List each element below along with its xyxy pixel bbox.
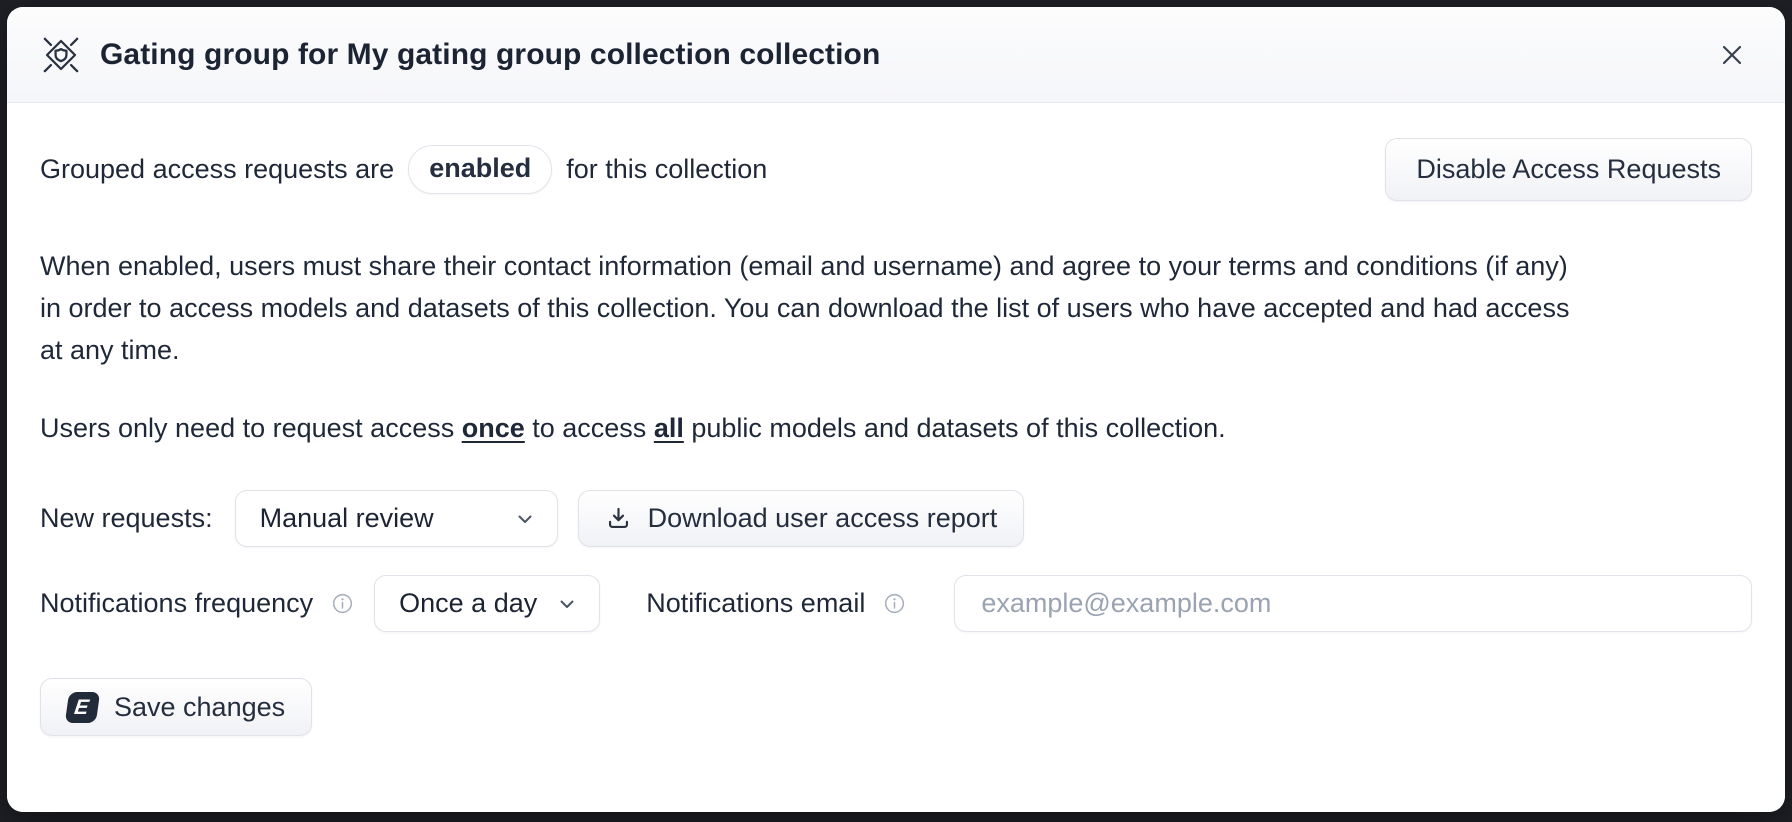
download-user-access-report-button[interactable]: Download user access report xyxy=(578,490,1025,547)
new-requests-select[interactable]: Manual review xyxy=(235,490,558,547)
gating-group-modal: Gating group for My gating group collect… xyxy=(7,7,1785,812)
gate-icon xyxy=(40,34,82,76)
modal-title: Gating group for My gating group collect… xyxy=(100,38,1691,72)
modal-header: Gating group for My gating group collect… xyxy=(7,7,1785,103)
status-badge: enabled xyxy=(408,145,552,194)
new-requests-row: New requests: Manual review Download use… xyxy=(40,490,1752,547)
chevron-down-icon xyxy=(555,592,579,616)
close-icon xyxy=(1717,40,1747,70)
note-middle: to access xyxy=(525,413,654,443)
close-button[interactable] xyxy=(1709,32,1755,78)
save-button-label: Save changes xyxy=(114,692,285,723)
info-icon xyxy=(883,592,906,615)
chevron-down-icon xyxy=(513,507,537,531)
notifications-row: Notifications frequency Once a day Notif… xyxy=(40,575,1752,632)
disable-access-requests-button[interactable]: Disable Access Requests xyxy=(1385,138,1752,201)
new-requests-label: New requests: xyxy=(40,503,213,534)
download-icon xyxy=(605,505,632,532)
enterprise-icon: E xyxy=(65,692,100,723)
notifications-frequency-value: Once a day xyxy=(399,588,537,619)
notifications-email-label: Notifications email xyxy=(646,588,865,619)
status-suffix: for this collection xyxy=(566,154,767,185)
notifications-email-input[interactable] xyxy=(954,575,1752,632)
status-row: Grouped access requests are enabled for … xyxy=(40,138,1752,201)
note-emphasis-all: all xyxy=(654,413,684,443)
info-icon xyxy=(331,592,354,615)
description-paragraph: When enabled, users must share their con… xyxy=(40,245,1588,371)
new-requests-select-value: Manual review xyxy=(260,503,434,534)
download-button-label: Download user access report xyxy=(648,503,998,534)
modal-body: Grouped access requests are enabled for … xyxy=(7,103,1785,812)
note-suffix: public models and datasets of this colle… xyxy=(684,413,1226,443)
note-paragraph: Users only need to request access once t… xyxy=(40,413,1752,444)
notifications-frequency-label: Notifications frequency xyxy=(40,588,313,619)
note-prefix: Users only need to request access xyxy=(40,413,462,443)
notifications-frequency-select[interactable]: Once a day xyxy=(374,575,600,632)
note-emphasis-once: once xyxy=(462,413,525,443)
status-prefix: Grouped access requests are xyxy=(40,154,394,185)
status-text: Grouped access requests are enabled for … xyxy=(40,145,767,194)
save-changes-button[interactable]: E Save changes xyxy=(40,678,312,736)
